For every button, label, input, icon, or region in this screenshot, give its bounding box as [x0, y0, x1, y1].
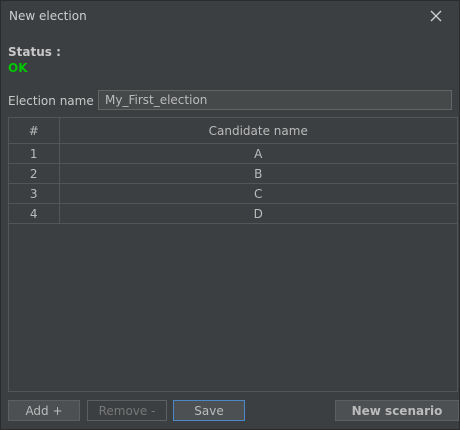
candidate-name-cell[interactable]: B [59, 163, 457, 184]
row-number-cell[interactable]: 2 [9, 163, 60, 184]
column-header-number[interactable]: # [9, 118, 60, 144]
candidate-name-cell[interactable]: D [59, 203, 457, 224]
table-row[interactable]: 2 B [9, 163, 457, 184]
new-election-window: New election Status : OK Election name :… [0, 0, 460, 430]
table-row[interactable]: 3 C [9, 183, 457, 204]
candidates-table: # Candidate name 1 A 2 B 3 C 4 D [8, 117, 458, 392]
election-name-input[interactable] [98, 90, 452, 110]
close-button[interactable] [427, 7, 445, 25]
candidate-name-cell[interactable]: C [59, 183, 457, 204]
table-row[interactable]: 4 D [9, 203, 457, 224]
row-number-cell[interactable]: 4 [9, 203, 60, 224]
close-icon [430, 10, 442, 22]
new-scenario-button[interactable]: New scenario [335, 400, 459, 421]
table-row[interactable]: 1 A [9, 143, 457, 164]
remove-button[interactable]: Remove - [87, 400, 167, 421]
row-number-cell[interactable]: 1 [9, 143, 60, 164]
election-name-label: Election name : [8, 94, 102, 108]
table-header-row: # Candidate name [9, 118, 457, 144]
status-value: OK [8, 61, 28, 75]
row-number-cell[interactable]: 3 [9, 183, 60, 204]
add-button[interactable]: Add + [8, 400, 80, 421]
candidate-name-cell[interactable]: A [59, 143, 457, 164]
status-label: Status : [8, 45, 61, 59]
column-header-candidate-name[interactable]: Candidate name [59, 118, 457, 144]
window-title: New election [9, 9, 87, 23]
title-bar: New election [1, 1, 459, 33]
save-button[interactable]: Save [173, 400, 245, 421]
